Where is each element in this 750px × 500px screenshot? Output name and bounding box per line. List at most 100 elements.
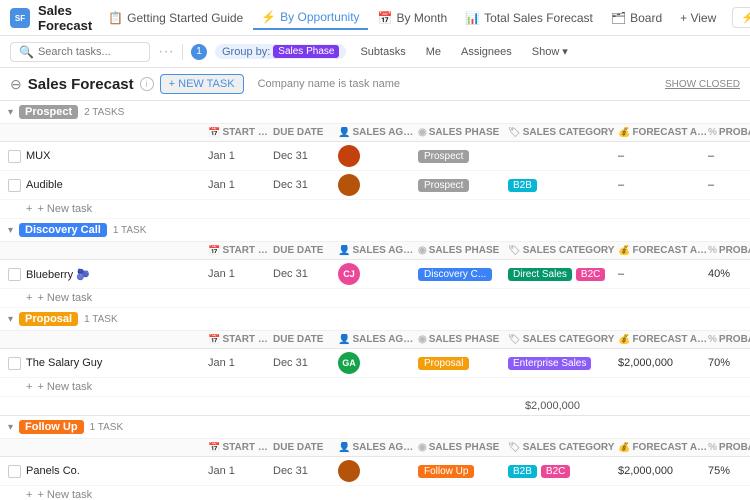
section-chevron-proposal[interactable]: ▾	[8, 314, 13, 325]
category-badge: Direct Sales	[508, 268, 572, 281]
add-task-plus-icon: +	[26, 203, 32, 215]
section-label-prospect: Prospect	[19, 105, 78, 119]
add-task-row-discovery[interactable]: + + New task	[0, 289, 750, 308]
task-start-date: Jan 1	[208, 357, 273, 369]
add-task-row-prospect[interactable]: + + New task	[0, 200, 750, 219]
avatar	[338, 460, 360, 482]
search-input[interactable]	[38, 46, 141, 58]
col-probability: %PROBABILITY	[708, 245, 750, 256]
task-probability: 70%	[708, 357, 750, 369]
show-closed-button[interactable]: SHOW CLOSED	[665, 79, 740, 90]
automate-button[interactable]: ⚡ Automate ▾	[732, 7, 750, 28]
task-count-prospect: 2 TASKS	[84, 107, 124, 118]
task-due-date: Dec 31	[273, 357, 338, 369]
task-row: Panels Co. Jan 1 Dec 31 Follow Up B2BB2C…	[0, 457, 750, 486]
col-start-date: 📅START DATE	[208, 245, 273, 256]
nav-by-month[interactable]: 📅 By Month	[370, 7, 456, 29]
task-phase[interactable]: Proposal	[418, 357, 508, 369]
nav-by-opportunity[interactable]: ⚡ By Opportunity	[253, 6, 367, 30]
add-task-plus-icon: +	[26, 292, 32, 304]
task-row: Audible Jan 1 Dec 31 Prospect B2B – – – …	[0, 171, 750, 200]
section-chevron-prospect[interactable]: ▾	[8, 107, 13, 118]
section-label-proposal: Proposal	[19, 312, 78, 326]
category-badge: B2C	[541, 465, 570, 478]
nav-board[interactable]: 🗂 Board	[603, 7, 670, 29]
col-headers-row: 📅START DATE DUE DATE 👤SALES AGENT ◉SALES…	[0, 331, 750, 349]
task-phase[interactable]: Prospect	[418, 179, 508, 191]
task-phase[interactable]: Discovery C...	[418, 268, 508, 280]
add-task-row-proposal[interactable]: + + New task	[0, 378, 750, 397]
task-checkbox[interactable]	[8, 465, 21, 478]
task-name-cell: The Salary Guy	[8, 357, 208, 370]
assignees-button[interactable]: Assignees	[455, 44, 518, 60]
col-name	[8, 334, 208, 345]
col-headers-row: 📅START DATE DUE DATE 👤SALES AGENT ◉SALES…	[0, 124, 750, 142]
col-sales-phase: ◉SALES PHASE	[418, 127, 508, 138]
col-sales-agent: 👤SALES AGENT	[338, 442, 418, 453]
show-button[interactable]: Show ▾	[526, 43, 574, 60]
section-label-followup: Follow Up	[19, 420, 84, 434]
col-sales-agent: 👤SALES AGENT	[338, 334, 418, 345]
app-icon: SF	[10, 8, 30, 28]
task-name[interactable]: Audible	[26, 179, 63, 191]
col-due-date: DUE DATE	[273, 127, 338, 138]
col-sales-category: 🏷SALES CATEGORY	[508, 245, 618, 256]
category-badge: B2B	[508, 465, 537, 478]
task-phase[interactable]: Follow Up	[418, 465, 508, 477]
collapse-all-icon[interactable]: ⊖	[10, 76, 22, 93]
nav-view[interactable]: + View	[672, 7, 724, 29]
top-bar: SF Sales Forecast 📋 Getting Started Guid…	[0, 0, 750, 36]
search-icon: 🔍	[19, 45, 34, 59]
add-task-plus-icon: +	[26, 489, 32, 500]
task-start-date: Jan 1	[208, 150, 273, 162]
task-start-date: Jan 1	[208, 179, 273, 191]
section-chevron-followup[interactable]: ▾	[8, 422, 13, 433]
col-name	[8, 127, 208, 138]
section-chevron-discovery[interactable]: ▾	[8, 225, 13, 236]
task-name[interactable]: The Salary Guy	[26, 357, 102, 369]
phase-badge: Prospect	[418, 150, 469, 163]
task-forecast-amount: –	[618, 179, 708, 191]
task-agent	[338, 174, 418, 196]
toolbar: 🔍 ··· 1 Group by: Sales Phase Subtasks M…	[0, 36, 750, 68]
top-right-actions: ⚡ Automate ▾ ↗ Share	[732, 7, 750, 28]
task-row: MUX Jan 1 Dec 31 Prospect – – – ⊕	[0, 142, 750, 171]
col-sales-agent: 👤SALES AGENT	[338, 245, 418, 256]
task-name[interactable]: MUX	[26, 150, 50, 162]
col-forecast-amount: 💰FORECAST AMOUNT	[618, 334, 708, 345]
task-checkbox[interactable]	[8, 150, 21, 163]
task-due-date: Dec 31	[273, 179, 338, 191]
task-agent: CJ	[338, 263, 418, 285]
col-sales-category: 🏷SALES CATEGORY	[508, 334, 618, 345]
phase-badge: Follow Up	[418, 465, 474, 478]
phase-badge: Discovery C...	[418, 268, 492, 281]
col-name	[8, 442, 208, 453]
me-button[interactable]: Me	[420, 44, 447, 60]
task-checkbox[interactable]	[8, 357, 21, 370]
search-box[interactable]: 🔍	[10, 42, 150, 62]
task-forecast-amount: $2,000,000	[618, 465, 708, 477]
company-note: Company name is task name	[258, 78, 400, 90]
new-task-button[interactable]: + NEW TASK	[160, 74, 244, 94]
col-sales-phase: ◉SALES PHASE	[418, 442, 508, 453]
col-headers-row: 📅START DATE DUE DATE 👤SALES AGENT ◉SALES…	[0, 242, 750, 260]
task-checkbox[interactable]	[8, 268, 21, 281]
more-options-icon[interactable]: ···	[158, 43, 174, 61]
info-icon[interactable]: i	[140, 77, 154, 91]
task-forecast-amount: $2,000,000	[618, 357, 708, 369]
avatar	[338, 145, 360, 167]
task-categories: B2B	[508, 179, 618, 192]
category-badge: B2C	[576, 268, 605, 281]
col-start-date: 📅START DATE	[208, 127, 273, 138]
group-by-pill[interactable]: Group by: Sales Phase	[215, 44, 346, 59]
task-phase[interactable]: Prospect	[418, 150, 508, 162]
task-name[interactable]: Panels Co.	[26, 465, 80, 477]
subtasks-button[interactable]: Subtasks	[354, 44, 411, 60]
nav-getting-started[interactable]: 📋 Getting Started Guide	[100, 7, 251, 29]
col-probability: %PROBABILITY	[708, 442, 750, 453]
col-probability: %PROBABILITY	[708, 127, 750, 138]
task-checkbox[interactable]	[8, 179, 21, 192]
add-task-row-followup[interactable]: + + New task	[0, 486, 750, 500]
nav-total-sales[interactable]: 📊 Total Sales Forecast	[457, 7, 601, 29]
task-name[interactable]: Blueberry 🫐	[26, 268, 90, 281]
